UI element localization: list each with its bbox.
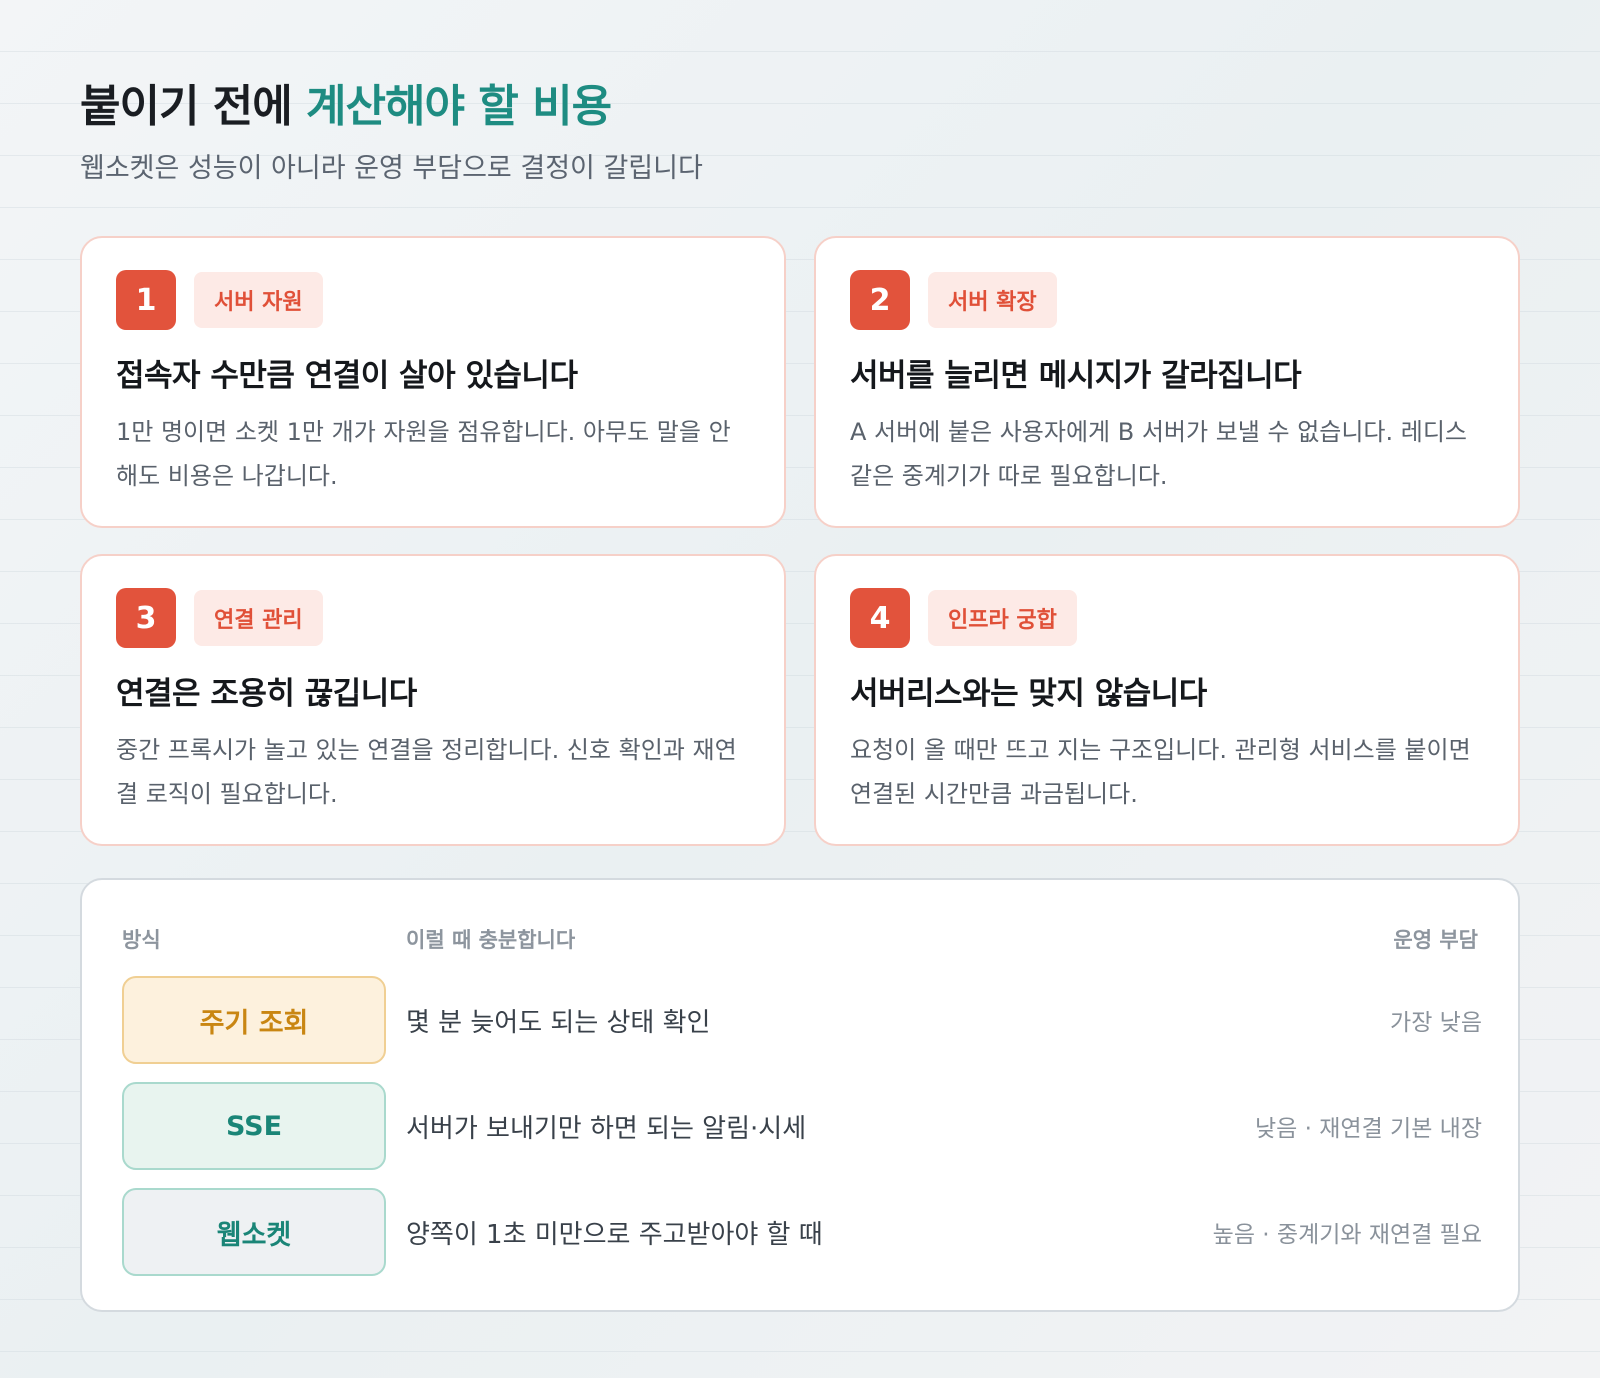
card-tag: 서버 자원 xyxy=(194,272,323,328)
title-plain: 붙이기 전에 xyxy=(80,81,307,132)
title-accent: 계산해야 할 비용 xyxy=(306,81,612,132)
column-header-method: 방식 xyxy=(122,928,161,952)
row-when: 양쪽이 1초 미만으로 주고받아야 할 때 xyxy=(406,1219,823,1250)
card-body: A 서버에 붙은 사용자에게 B 서버가 보낼 수 없습니다. 레디스 같은 중… xyxy=(850,418,1468,490)
card-number-badge: 3 xyxy=(116,588,176,648)
card-tag: 연결 관리 xyxy=(194,590,323,646)
page-title: 붙이기 전에 계산해야 할 비용 xyxy=(80,70,612,134)
table-row: 웹소켓 양쪽이 1초 미만으로 주고받아야 할 때 높음 · 중계기와 재연결 … xyxy=(122,1188,1482,1276)
page-subtitle: 웹소켓은 성능이 아니라 운영 부담으로 결정이 갈립니다 xyxy=(80,153,703,184)
method-pill-polling: 주기 조회 xyxy=(122,976,386,1064)
card-number-badge: 4 xyxy=(850,588,910,648)
card-title: 접속자 수만큼 연결이 살아 있습니다 xyxy=(116,358,578,394)
cost-card-server-resources: 1 서버 자원 접속자 수만큼 연결이 살아 있습니다 1만 명이면 소켓 1만… xyxy=(80,236,786,528)
table-row: 주기 조회 몇 분 늦어도 되는 상태 확인 가장 낮음 xyxy=(122,976,1482,1064)
column-header-burden: 운영 부담 xyxy=(1393,928,1478,952)
row-burden: 가장 낮음 xyxy=(1390,1010,1482,1036)
card-title: 서버를 늘리면 메시지가 갈라집니다 xyxy=(850,358,1302,394)
method-pill-websocket: 웹소켓 xyxy=(122,1188,386,1276)
cost-card-connection-management: 3 연결 관리 연결은 조용히 끊깁니다 중간 프록시가 놀고 있는 연결을 정… xyxy=(80,554,786,846)
row-burden: 낮음 · 재연결 기본 내장 xyxy=(1255,1116,1482,1142)
card-title: 서버리스와는 맞지 않습니다 xyxy=(850,676,1207,712)
card-number-badge: 2 xyxy=(850,270,910,330)
cost-card-server-scaling: 2 서버 확장 서버를 늘리면 메시지가 갈라집니다 A 서버에 붙은 사용자에… xyxy=(814,236,1520,528)
card-number-badge: 1 xyxy=(116,270,176,330)
table-row: SSE 서버가 보내기만 하면 되는 알림·시세 낮음 · 재연결 기본 내장 xyxy=(122,1082,1482,1170)
cost-card-infra-compat: 4 인프라 궁합 서버리스와는 맞지 않습니다 요청이 올 때만 뜨고 지는 구… xyxy=(814,554,1520,846)
row-burden: 높음 · 중계기와 재연결 필요 xyxy=(1212,1222,1482,1248)
card-tag: 서버 확장 xyxy=(928,272,1057,328)
comparison-table: 방식 이럴 때 충분합니다 운영 부담 주기 조회 몇 분 늦어도 되는 상태 … xyxy=(80,878,1520,1312)
row-when: 서버가 보내기만 하면 되는 알림·시세 xyxy=(406,1113,807,1144)
method-pill-sse: SSE xyxy=(122,1082,386,1170)
row-when: 몇 분 늦어도 되는 상태 확인 xyxy=(406,1007,711,1038)
card-body: 1만 명이면 소켓 1만 개가 자원을 점유합니다. 아무도 말을 안 해도 비… xyxy=(116,418,731,490)
card-title: 연결은 조용히 끊깁니다 xyxy=(116,676,417,712)
card-tag: 인프라 궁합 xyxy=(928,590,1077,646)
column-header-when: 이럴 때 충분합니다 xyxy=(406,928,576,952)
card-body: 요청이 올 때만 뜨고 지는 구조입니다. 관리형 서비스를 붙이면 연결된 시… xyxy=(850,736,1471,808)
card-body: 중간 프록시가 놀고 있는 연결을 정리합니다. 신호 확인과 재연결 로직이 … xyxy=(116,736,737,808)
